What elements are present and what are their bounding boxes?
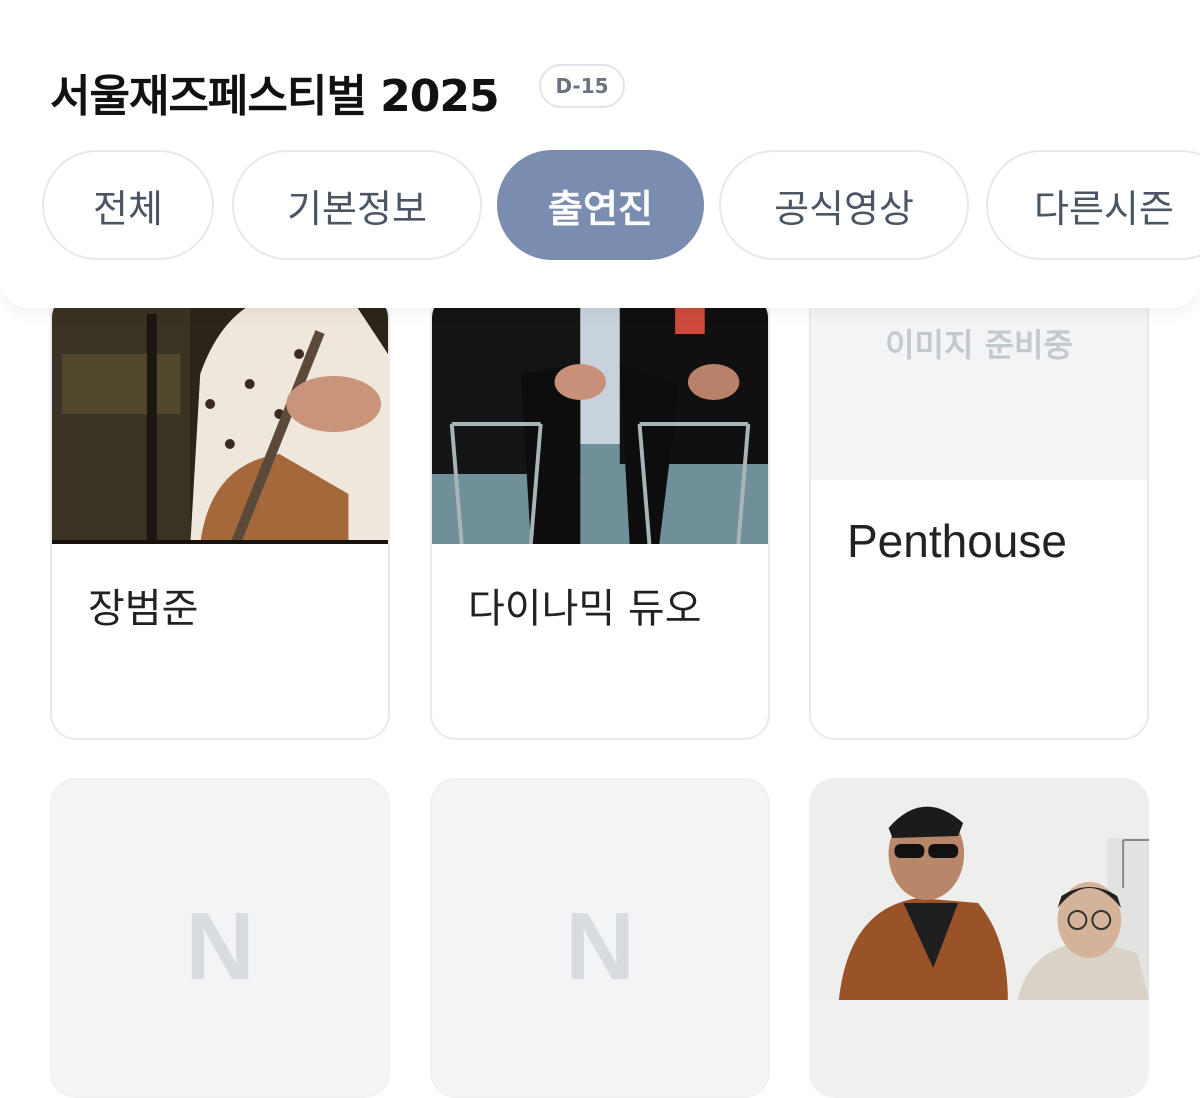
artist-card[interactable]: N [430,778,770,1098]
tab-other-seasons[interactable]: 다른시즌 [986,150,1200,260]
placeholder-text: 이미지 준비중 [885,326,1073,364]
artist-photo [432,294,768,544]
tab-all[interactable]: 전체 [42,150,214,260]
artist-name: 장범준 [88,586,199,632]
tab-basic-info[interactable]: 기본정보 [232,150,482,260]
artist-card[interactable]: 장범준 [50,292,390,740]
tab-lineup[interactable]: 출연진 [497,150,704,260]
artist-photo [809,778,1149,1000]
artist-photo [52,294,388,544]
artist-card[interactable] [809,778,1149,1098]
naver-logo-icon: N [185,893,255,1000]
artist-name: 다이나믹 듀오 [468,586,702,632]
artist-card[interactable]: 다이나믹 듀오 [430,292,770,740]
artist-card[interactable]: N [50,778,390,1098]
tab-official-video[interactable]: 공식영상 [719,150,969,260]
dday-badge: D-15 [539,64,625,108]
page-title: 서울재즈페스티벌 2025 [50,71,500,122]
artist-name: Penthouse [847,515,1067,567]
naver-logo-icon: N [565,893,635,1000]
festival-header: 서울재즈페스티벌 2025 D-15 전체 기본정보 출연진 공식영상 다른시즌 [0,0,1200,308]
